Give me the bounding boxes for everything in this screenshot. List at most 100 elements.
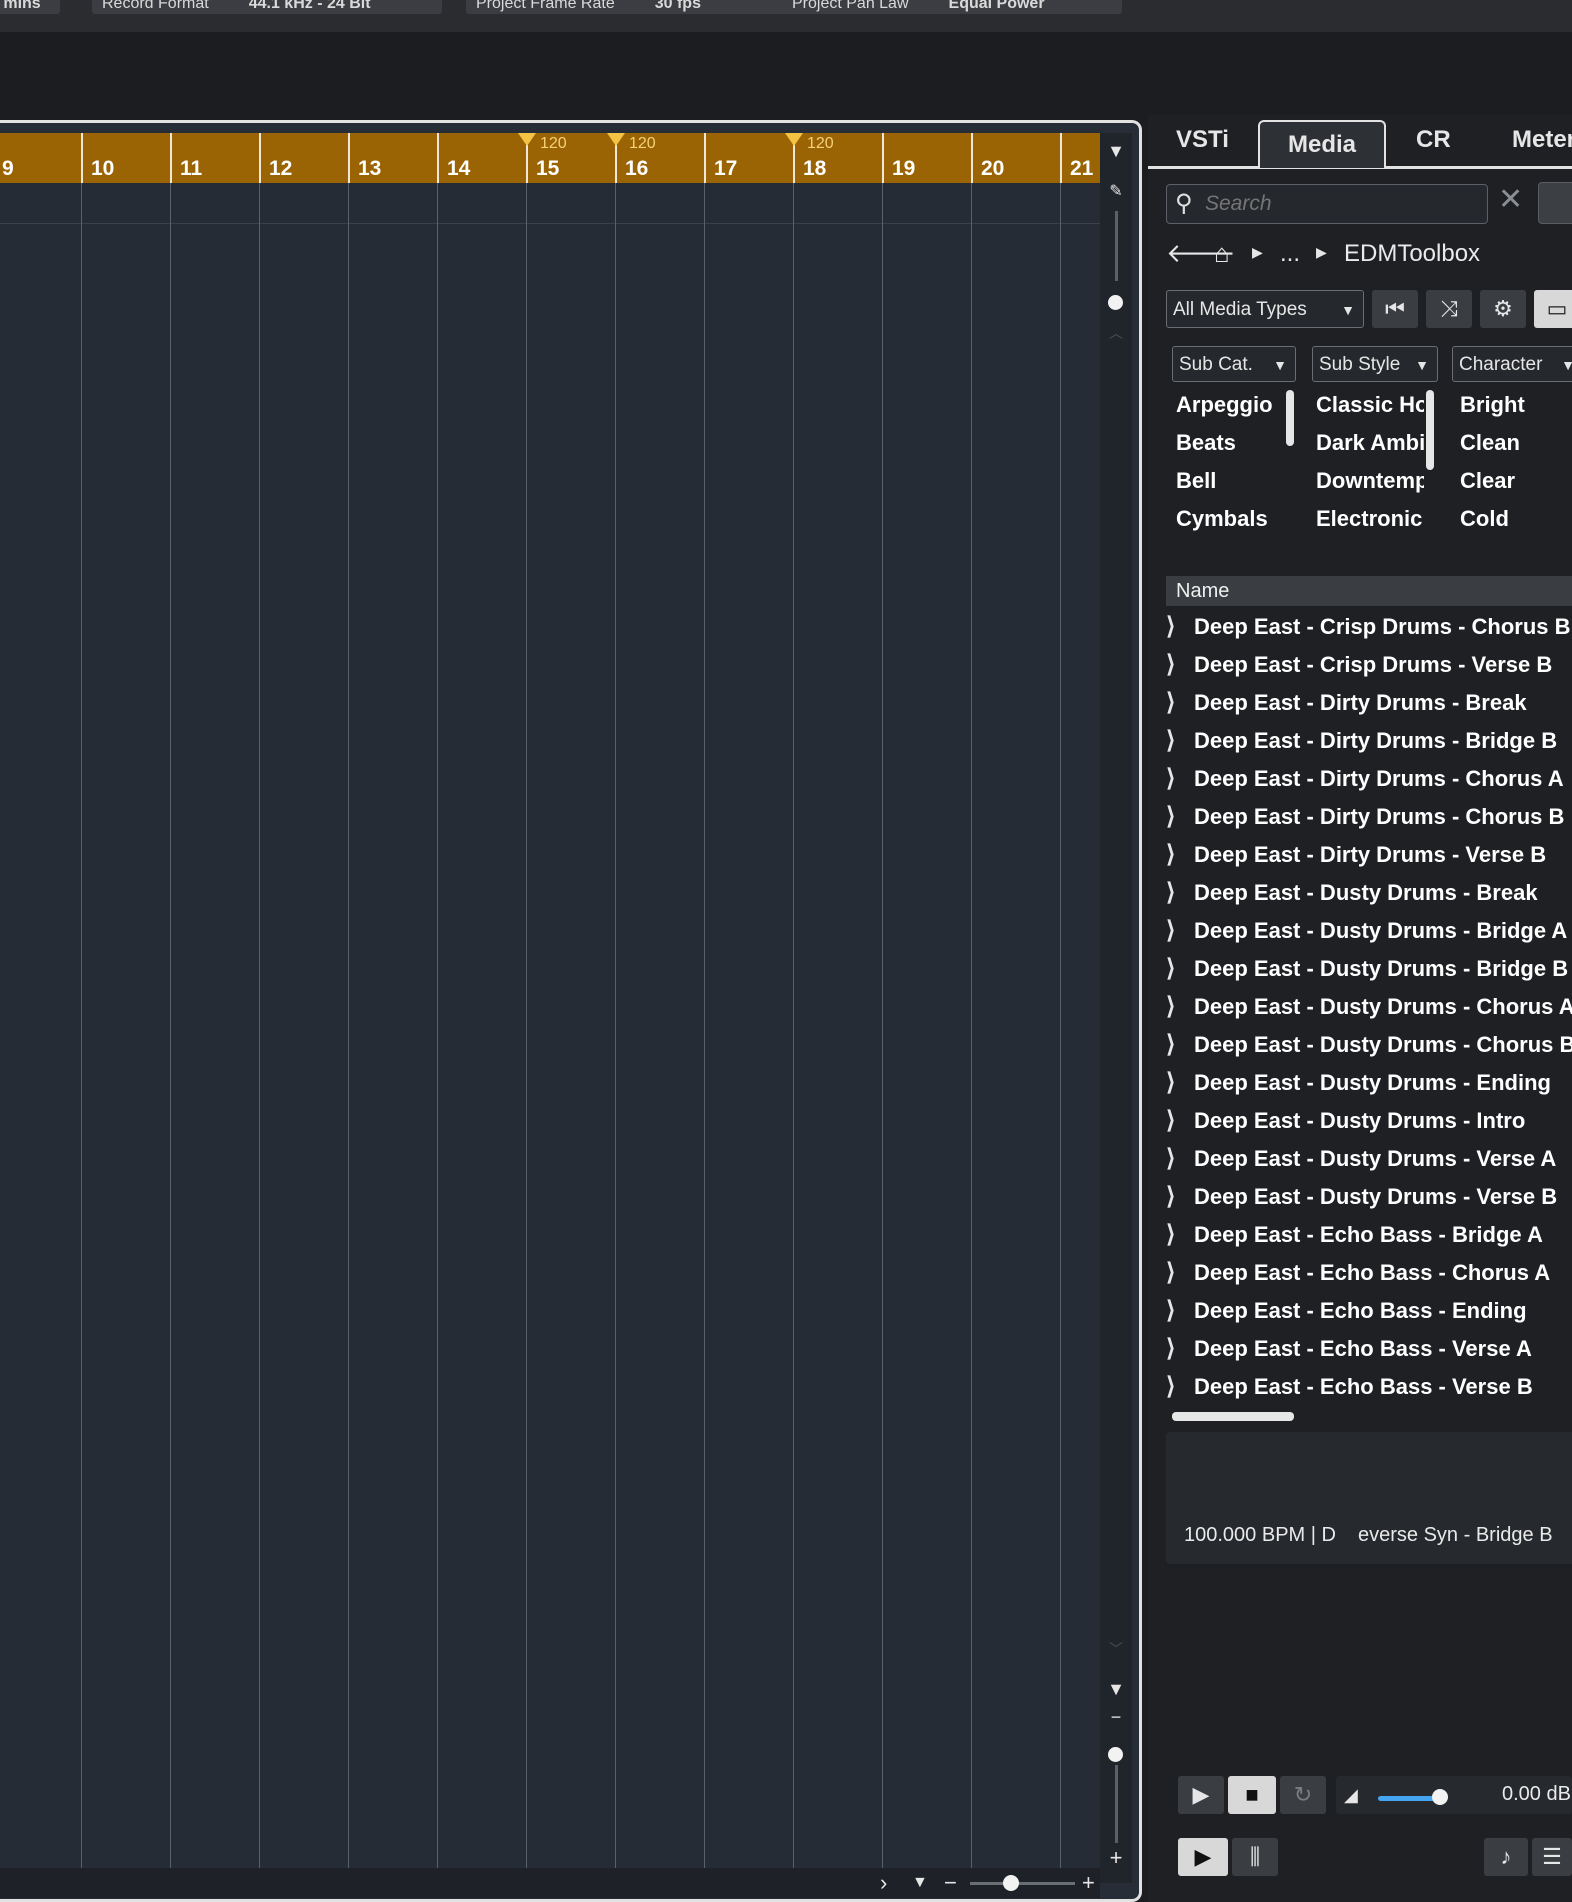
list-item[interactable]: ⟩ Deep East - Dusty Drums - Chorus A <box>1166 988 1572 1026</box>
bar-gridline <box>704 183 705 1883</box>
media-type-value: All Media Types <box>1173 299 1307 320</box>
filter-item[interactable]: Bell <box>1176 462 1280 500</box>
tab-cr[interactable]: CR <box>1416 126 1451 154</box>
filter-item[interactable]: Bright <box>1460 386 1568 424</box>
filter-header-sub-style[interactable]: Sub Style ▼ <box>1312 346 1438 382</box>
list-item[interactable]: ⟩ Deep East - Dusty Drums - Bridge B <box>1166 950 1572 988</box>
status-item-pan-law[interactable]: Project Pan Law Equal Power <box>782 0 1122 14</box>
breadcrumb-current[interactable]: EDMToolbox <box>1344 240 1480 268</box>
horizontal-zoom-knob[interactable] <box>1003 1875 1019 1891</box>
list-item[interactable]: ⟩ Deep East - Dirty Drums - Verse B <box>1166 836 1572 874</box>
filter-item[interactable]: Classic House <box>1316 386 1424 424</box>
filter-scrollbar[interactable] <box>1426 390 1434 470</box>
align-beats-button[interactable]: ⫼ <box>1232 1838 1278 1876</box>
chevron-down-icon[interactable]: ▼ <box>912 1874 928 1892</box>
filter-scrollbar[interactable] <box>1286 390 1294 446</box>
tempo-marker[interactable] <box>607 133 625 146</box>
volume-slider-track[interactable] <box>1378 1796 1440 1801</box>
list-item[interactable]: ⟩ Deep East - Dirty Drums - Bridge B <box>1166 722 1572 760</box>
search-input[interactable] <box>1203 190 1477 218</box>
list-item[interactable]: ⟩ Deep East - Dusty Drums - Break <box>1166 874 1572 912</box>
chevron-down-icon[interactable]: ▼ <box>1105 1679 1127 1700</box>
vertical-scrollbar[interactable]: ▼ ✎ ︿ ﹀ ▼ − + <box>1100 133 1132 1883</box>
volume-slider-knob[interactable] <box>1432 1789 1448 1805</box>
bar-number: 19 <box>892 157 916 180</box>
list-item[interactable]: ⟩ Deep East - Echo Bass - Chorus A <box>1166 1254 1572 1292</box>
column-header-name[interactable]: Name <box>1166 576 1572 606</box>
filter-item[interactable]: Cymbals <box>1176 500 1280 538</box>
file-name: Deep East - Dusty Drums - Bridge B <box>1194 956 1569 981</box>
list-item[interactable]: ⟩ Deep East - Dusty Drums - Ending <box>1166 1064 1572 1102</box>
settings-sliders-button[interactable]: ☰ <box>1532 1838 1572 1876</box>
list-item[interactable]: ⟩ Deep East - Echo Bass - Bridge A <box>1166 1216 1572 1254</box>
rewind-button[interactable]: ⏮ <box>1372 290 1418 328</box>
search-field[interactable]: ⚲ <box>1166 184 1488 224</box>
tab-vsti[interactable]: VSTi <box>1176 126 1229 154</box>
list-item[interactable]: ⟩ Deep East - Dirty Drums - Break <box>1166 684 1572 722</box>
audio-file-icon: ⟩ <box>1166 1183 1176 1210</box>
list-item[interactable]: ⟩ Deep East - Dusty Drums - Chorus B <box>1166 1026 1572 1064</box>
auto-play-button[interactable]: ▶ <box>1178 1838 1228 1876</box>
list-item[interactable]: ⟩ Deep East - Crisp Drums - Verse B <box>1166 646 1572 684</box>
filter-item[interactable]: Clean <box>1460 424 1568 462</box>
status-item-duration[interactable]: 8 mins <box>0 0 60 14</box>
list-item[interactable]: ⟩ Deep East - Dusty Drums - Intro <box>1166 1102 1572 1140</box>
zoom-in-icon[interactable]: + <box>1082 1870 1095 1896</box>
list-item[interactable]: ⟩ Deep East - Dusty Drums - Bridge A <box>1166 912 1572 950</box>
tab-meter[interactable]: Meter <box>1512 126 1572 154</box>
scroll-down-icon[interactable]: ﹀ <box>1105 1639 1127 1659</box>
zoom-out-icon[interactable]: − <box>1105 1707 1127 1728</box>
tempo-marker[interactable] <box>785 133 803 146</box>
filter-options-button[interactable] <box>1538 182 1572 224</box>
list-horizontal-scrollbar[interactable] <box>1172 1412 1294 1421</box>
clear-icon[interactable]: ✕ <box>1498 182 1523 217</box>
filter-item[interactable]: Elektro House <box>1316 538 1424 548</box>
pencil-icon[interactable]: ✎ <box>1105 181 1127 201</box>
shuffle-button[interactable]: ⤨ <box>1426 290 1472 328</box>
play-button[interactable]: ▶ <box>1178 1776 1224 1814</box>
tempo-marker[interactable] <box>518 133 536 146</box>
breadcrumb-ellipsis[interactable]: ... <box>1280 240 1300 268</box>
status-item-frame-rate[interactable]: Project Frame Rate 30 fps <box>466 0 786 14</box>
tab-media[interactable]: Media <box>1258 120 1387 168</box>
zoom-out-icon[interactable]: − <box>944 1870 957 1896</box>
home-icon[interactable]: ⌂ <box>1214 238 1230 269</box>
filter-item[interactable]: Electronic <box>1316 500 1424 538</box>
filter-item[interactable]: Downtempo <box>1316 462 1424 500</box>
filter-item[interactable]: Arpeggio <box>1176 386 1280 424</box>
note-button[interactable]: ♪ <box>1484 1838 1528 1876</box>
timeline-ruler[interactable]: 9 10 11 12 13 14 15 16 17 18 19 20 21 120 120 120 <box>0 133 1100 183</box>
zoom-in-icon[interactable]: + <box>1105 1845 1127 1871</box>
chevron-right-icon: ▶ <box>1252 244 1263 260</box>
list-item[interactable]: ⟩ Deep East - Echo Bass - Verse A <box>1166 1330 1572 1368</box>
list-item[interactable]: ⟩ Deep East - Dirty Drums - Chorus A <box>1166 760 1572 798</box>
layout-button[interactable]: ▭ <box>1534 290 1572 328</box>
chevron-down-icon[interactable]: ▼ <box>1105 141 1127 162</box>
horizontal-scrollbar[interactable]: › ▼ − + <box>0 1868 1100 1898</box>
stop-button[interactable]: ■ <box>1228 1776 1276 1814</box>
list-item[interactable]: ⟩ Deep East - Dusty Drums - Verse B <box>1166 1178 1572 1216</box>
filter-item[interactable]: Dark <box>1460 538 1568 548</box>
settings-button[interactable]: ⚙ <box>1480 290 1526 328</box>
filter-header-sub-category[interactable]: Sub Cat. ▼ <box>1172 346 1296 382</box>
audio-file-icon: ⟩ <box>1166 993 1176 1020</box>
track-area[interactable] <box>0 183 1100 1883</box>
filter-item[interactable]: Clear <box>1460 462 1568 500</box>
list-item[interactable]: ⟩ Deep East - Echo Bass - Ending <box>1166 1292 1572 1330</box>
filter-item[interactable]: Digital <box>1176 538 1280 548</box>
list-item[interactable]: ⟩ Deep East - Echo Bass - Verse B <box>1166 1368 1572 1404</box>
status-item-record-format[interactable]: Record Format 44.1 kHz - 24 Bit <box>92 0 442 14</box>
vertical-zoom-knob[interactable] <box>1108 295 1123 310</box>
scroll-up-icon[interactable]: ︿ <box>1105 323 1127 343</box>
list-item[interactable]: ⟩ Deep East - Crisp Drums - Chorus B <box>1166 608 1572 646</box>
filter-item[interactable]: Beats <box>1176 424 1280 462</box>
filter-item[interactable]: Dark Ambient <box>1316 424 1424 462</box>
filter-item[interactable]: Cold <box>1460 500 1568 538</box>
media-type-select[interactable]: All Media Types ▼ <box>1166 290 1364 328</box>
track-height-knob[interactable] <box>1108 1747 1123 1762</box>
list-item[interactable]: ⟩ Deep East - Dusty Drums - Verse A <box>1166 1140 1572 1178</box>
chevron-right-icon[interactable]: › <box>880 1870 887 1896</box>
filter-header-character[interactable]: Character ▼ <box>1452 346 1572 382</box>
loop-button[interactable]: ↻ <box>1280 1776 1326 1814</box>
list-item[interactable]: ⟩ Deep East - Dirty Drums - Chorus B <box>1166 798 1572 836</box>
